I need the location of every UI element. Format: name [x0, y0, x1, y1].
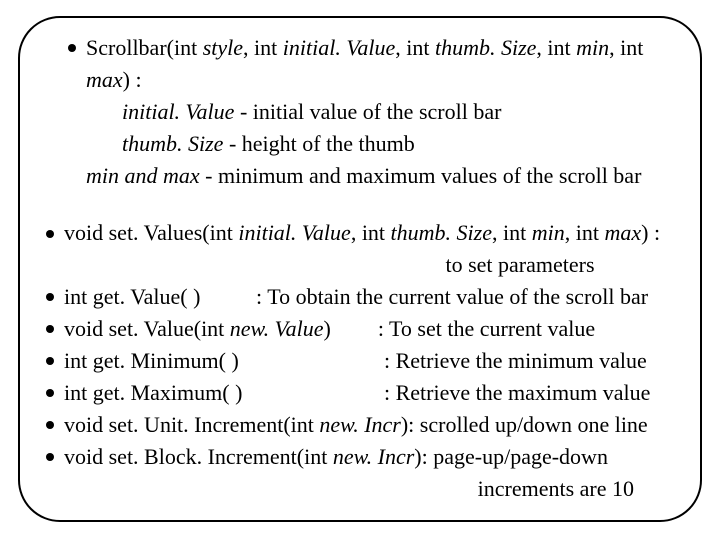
desc-thumb-size: thumb. Size - height of the thumb	[104, 128, 674, 160]
method-setvalues: void set. Values(int initial. Value, int…	[46, 217, 674, 249]
sbi-p: new. Incr	[333, 444, 414, 469]
stv-wrap: void set. Value(int new. Value)	[64, 313, 331, 345]
gmax-pre: int get. Maximum( )	[64, 377, 384, 409]
ctor-param-min: min	[576, 35, 609, 60]
sv-s3: , int	[565, 220, 605, 245]
sv-p1: initial. Value	[238, 220, 350, 245]
gmax-desc: : Retrieve the maximum value	[384, 380, 650, 405]
ctor-sep1: , int	[243, 35, 283, 60]
ctor-param-style: style	[203, 35, 243, 60]
sui-pre: void set. Unit. Increment(int	[64, 412, 319, 437]
sbi-pre: void set. Block. Increment(int	[64, 444, 333, 469]
slide: Scrollbar(int style, int initial. Value,…	[0, 0, 720, 540]
spacer	[46, 191, 674, 217]
sui-p: new. Incr	[319, 412, 400, 437]
content-frame: Scrollbar(int style, int initial. Value,…	[18, 16, 702, 522]
ctor-suffix: ) :	[123, 67, 142, 92]
gv-pre: int get. Value( )	[64, 281, 256, 313]
ctor-text: Scrollbar(int	[86, 35, 203, 60]
method-setblockincrement: void set. Block. Increment(int new. Incr…	[46, 441, 674, 473]
ctor-param-initialvalue: initial. Value	[283, 35, 395, 60]
desc-mm-name: min and max	[86, 163, 205, 188]
method-setunitincrement: void set. Unit. Increment(int new. Incr)…	[46, 409, 674, 441]
gmin-pre: int get. Minimum( )	[64, 345, 384, 377]
desc-initial-value: initial. Value - initial value of the sc…	[104, 96, 674, 128]
sbi-post: ): page-up/page-down	[414, 444, 608, 469]
ctor-sep3: , int	[536, 35, 576, 60]
setvalues-desc: to set parameters	[366, 249, 674, 281]
sv-p4: max	[604, 220, 641, 245]
desc-ts-name: thumb. Size	[122, 131, 223, 156]
sv-s2: , int	[492, 220, 532, 245]
sui-post: ): scrolled up/down one line	[401, 412, 648, 437]
ctor-sep4: , int	[609, 35, 643, 60]
method-getminimum: int get. Minimum( ): Retrieve the minimu…	[46, 345, 674, 377]
sv-post: ) :	[641, 220, 660, 245]
constructor-bullet: Scrollbar(int style, int initial. Value,…	[68, 32, 674, 96]
method-setvalue: void set. Value(int new. Value) : To set…	[46, 313, 674, 345]
ctor-param-max: max	[86, 67, 123, 92]
sv-p2: thumb. Size	[391, 220, 492, 245]
desc-ts-text: - height of the thumb	[223, 131, 414, 156]
desc-mm-text: - minimum and maximum values of the scro…	[205, 163, 641, 188]
ctor-sep2: , int	[395, 35, 435, 60]
stv-desc: : To set the current value	[378, 316, 595, 341]
stv-pre: void set. Value(int	[64, 316, 230, 341]
ctor-param-thumbsize: thumb. Size	[435, 35, 536, 60]
sv-pre: void set. Values(int	[64, 220, 238, 245]
desc-min-max: min and max - minimum and maximum values…	[68, 160, 674, 192]
desc-iv-name: initial. Value	[122, 99, 234, 124]
desc-iv-text: - initial value of the scroll bar	[234, 99, 501, 124]
sv-p3: min	[532, 220, 565, 245]
stv-post: )	[323, 316, 330, 341]
stv-p: new. Value	[230, 316, 324, 341]
sv-s1: , int	[351, 220, 391, 245]
gv-desc: : To obtain the current value of the scr…	[256, 284, 648, 309]
gmin-desc: : Retrieve the minimum value	[384, 348, 647, 373]
setblockincrement-trail: increments are 10	[46, 473, 674, 505]
method-getmaximum: int get. Maximum( ): Retrieve the maximu…	[46, 377, 674, 409]
method-getvalue: int get. Value( ): To obtain the current…	[46, 281, 674, 313]
